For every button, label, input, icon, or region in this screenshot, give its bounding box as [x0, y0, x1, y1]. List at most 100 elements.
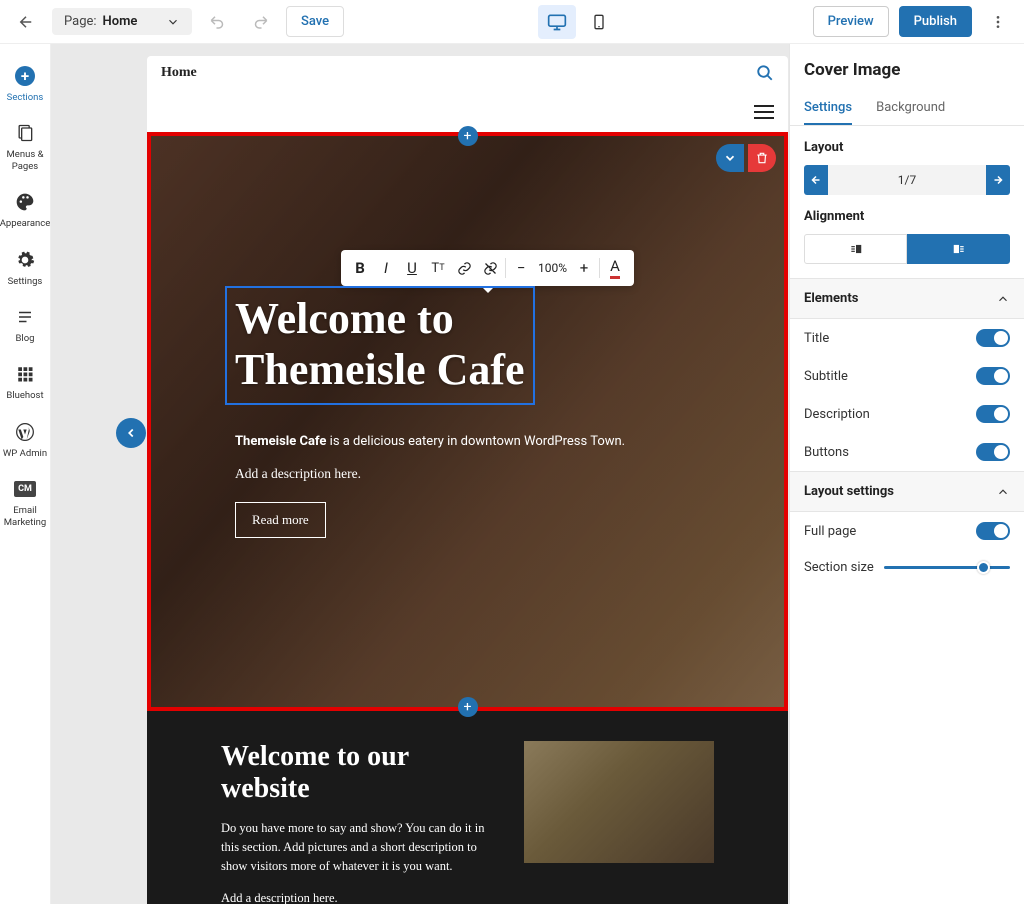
text-color-button[interactable]: A: [602, 254, 628, 282]
align-left-button[interactable]: [907, 234, 1010, 264]
alignment-control: [804, 234, 1010, 264]
toggle-subtitle[interactable]: [976, 367, 1010, 385]
sidebar-item-blog[interactable]: Blog: [0, 299, 50, 356]
section2-title[interactable]: Welcome to our website: [221, 741, 500, 805]
alignment-label: Alignment: [804, 209, 1010, 224]
sidebar-item-bluehost[interactable]: Bluehost: [0, 356, 50, 413]
italic-button[interactable]: I: [373, 254, 399, 282]
welcome-section: Welcome to our website Do you have more …: [147, 711, 788, 904]
redo-button[interactable]: [244, 6, 276, 38]
sidebar-item-sections[interactable]: + Sections: [0, 58, 50, 115]
chevron-up-icon: [996, 485, 1010, 499]
top-bar: Page: Home Save Preview Publish: [0, 0, 1024, 44]
save-button[interactable]: Save: [286, 6, 344, 37]
page-name: Home: [103, 14, 138, 29]
underline-button[interactable]: U: [399, 254, 425, 282]
page-selector[interactable]: Page: Home: [52, 8, 192, 35]
element-label: Buttons: [804, 445, 849, 460]
section-size-slider[interactable]: [884, 566, 1010, 569]
section2-paragraph[interactable]: Do you have more to say and show? You ca…: [221, 819, 500, 875]
chevron-up-icon: [996, 292, 1010, 306]
layout-settings-group-header[interactable]: Layout settings: [790, 471, 1024, 512]
main: + Sections Menus & Pages Appearance Sett…: [0, 44, 1024, 904]
element-row-description: Description: [790, 395, 1024, 433]
prev-section-button[interactable]: [116, 418, 146, 448]
block-controls: [716, 144, 776, 172]
bold-button[interactable]: B: [347, 254, 373, 282]
toggle-buttons[interactable]: [976, 443, 1010, 461]
hero-content: Welcome to Themeisle Cafe Themeisle Cafe…: [235, 286, 744, 538]
toggle-title[interactable]: [976, 329, 1010, 347]
hero-subtitle-rest: is a delicious eatery in downtown WordPr…: [326, 434, 625, 449]
search-icon[interactable]: [756, 64, 774, 82]
add-block-top-button[interactable]: +: [458, 126, 478, 146]
hero-title-line1: Welcome to: [235, 294, 525, 345]
hero-subtitle-bold: Themeisle Cafe: [235, 434, 326, 449]
layout-label: Layout: [804, 140, 1010, 155]
row-full-page: Full page: [790, 512, 1024, 550]
collapse-block-button[interactable]: [716, 144, 744, 172]
page-canvas: Home + + B I U TT: [147, 56, 788, 904]
section-size-label: Section size: [804, 560, 874, 575]
mobile-view-button[interactable]: [580, 5, 618, 39]
hero-subtitle[interactable]: Themeisle Cafe is a delicious eatery in …: [235, 431, 744, 452]
element-label: Description: [804, 407, 870, 422]
sidebar-item-label: Appearance: [0, 218, 50, 229]
panel-title: Cover Image: [790, 44, 1024, 92]
preview-button[interactable]: Preview: [813, 6, 889, 37]
sidebar-item-wpadmin[interactable]: WP Admin: [0, 414, 50, 471]
publish-button[interactable]: Publish: [899, 6, 972, 37]
sidebar-item-label: Sections: [7, 92, 44, 103]
link-button[interactable]: [451, 254, 477, 282]
increase-size-button[interactable]: +: [571, 254, 597, 282]
sidebar-item-email-marketing[interactable]: CM Email Marketing: [0, 471, 50, 540]
viewport-switch: [538, 5, 618, 39]
element-row-title: Title: [790, 319, 1024, 357]
sidebar-item-appearance[interactable]: Appearance: [0, 184, 50, 241]
hero-readmore-button[interactable]: Read more: [235, 502, 326, 538]
page-label: Page:: [64, 14, 97, 29]
panel-tabs: Settings Background: [790, 92, 1024, 126]
hamburger-icon[interactable]: [754, 105, 774, 119]
grid-icon: [13, 362, 37, 386]
layout-next-button[interactable]: [986, 165, 1010, 195]
toggle-description[interactable]: [976, 405, 1010, 423]
unlink-button[interactable]: [477, 254, 503, 282]
blog-icon: [13, 305, 37, 329]
back-button[interactable]: [10, 6, 42, 38]
section2-description[interactable]: Add a description here.: [221, 889, 500, 904]
more-button[interactable]: [982, 6, 1014, 38]
add-block-bottom-button[interactable]: +: [458, 697, 478, 717]
delete-block-button[interactable]: [748, 144, 776, 172]
sidebar-item-settings[interactable]: Settings: [0, 242, 50, 299]
layout-position: 1/7: [828, 165, 986, 195]
layout-prev-button[interactable]: [804, 165, 828, 195]
properties-panel: Cover Image Settings Background Layout 1…: [789, 44, 1024, 904]
hero-title-editable[interactable]: Welcome to Themeisle Cafe: [225, 286, 535, 405]
chevron-down-icon: [166, 15, 180, 29]
site-title: Home: [161, 65, 197, 81]
undo-button[interactable]: [202, 6, 234, 38]
hero-title-line2: Themeisle Cafe: [235, 345, 525, 396]
element-label: Subtitle: [804, 369, 848, 384]
decrease-size-button[interactable]: −: [508, 254, 534, 282]
hero-description[interactable]: Add a description here.: [235, 466, 744, 482]
section2-image[interactable]: [524, 741, 714, 863]
hero-section[interactable]: + + B I U TT − 100% +: [147, 132, 788, 711]
slider-thumb[interactable]: [977, 561, 990, 574]
align-right-button[interactable]: [804, 234, 907, 264]
canvas-area: Home + + B I U TT: [51, 44, 789, 904]
wordpress-icon: [13, 420, 37, 444]
canvas-header: Home: [147, 56, 788, 91]
sidebar-item-label: Email Marketing: [0, 505, 50, 528]
left-sidebar: + Sections Menus & Pages Appearance Sett…: [0, 44, 51, 904]
desktop-view-button[interactable]: [538, 5, 576, 39]
tab-settings[interactable]: Settings: [804, 92, 852, 125]
row-section-size: Section size: [790, 550, 1024, 585]
tab-background[interactable]: Background: [876, 92, 945, 125]
plus-icon: +: [15, 66, 35, 86]
elements-group-header[interactable]: Elements: [790, 278, 1024, 319]
sidebar-item-menus-pages[interactable]: Menus & Pages: [0, 115, 50, 184]
toggle-full-page[interactable]: [976, 522, 1010, 540]
text-size-button[interactable]: TT: [425, 254, 451, 282]
